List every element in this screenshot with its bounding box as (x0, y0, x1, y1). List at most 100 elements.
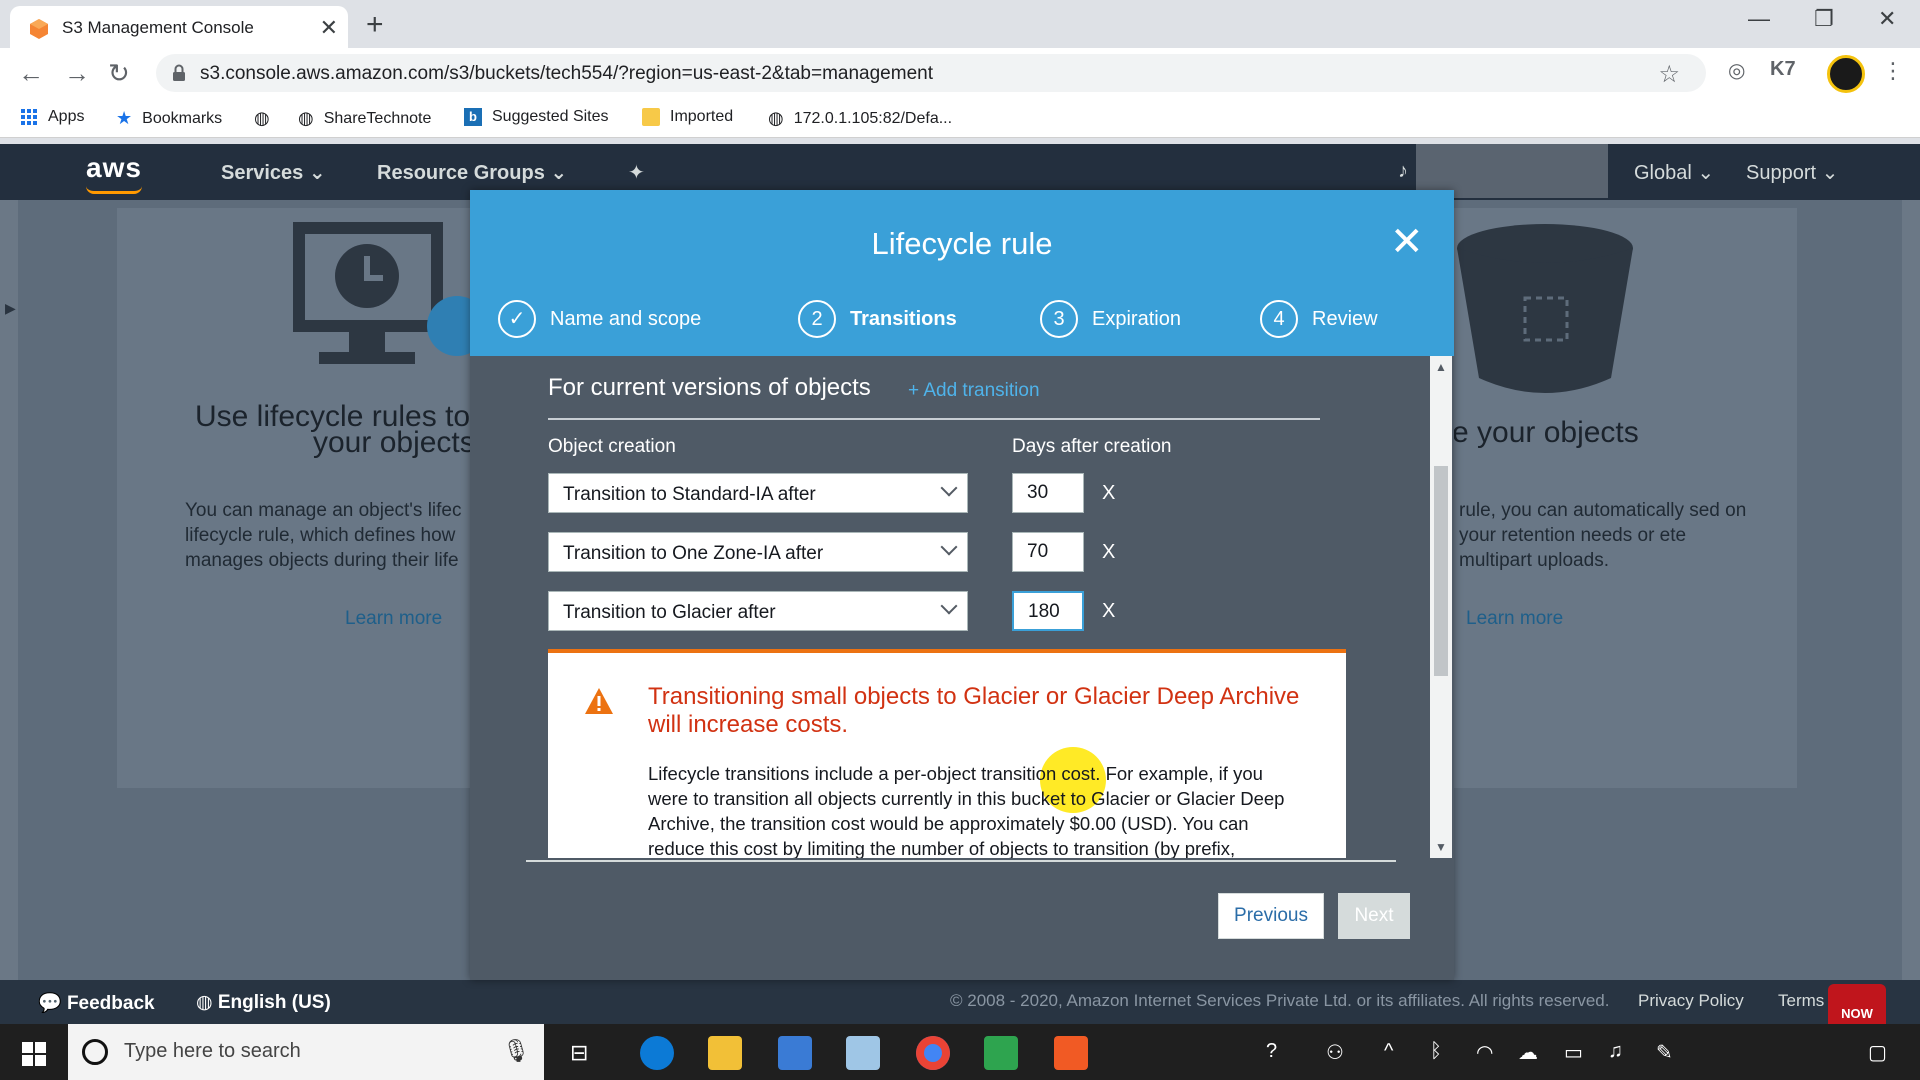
learn-more-link-right[interactable]: Learn more (1466, 608, 1563, 630)
bucket-icon (1457, 224, 1633, 393)
bookmark-imported[interactable]: Imported (642, 108, 733, 126)
windows-start-icon[interactable] (22, 1042, 46, 1066)
bookmark-sharetechnote[interactable]: ◍ ShareTechnote (298, 108, 431, 129)
terms-link[interactable]: Terms (1778, 991, 1824, 1011)
privacy-link[interactable]: Privacy Policy (1638, 991, 1744, 1011)
star-icon: ★ (116, 108, 133, 128)
recorder-icon[interactable] (1054, 1036, 1088, 1070)
aws-smile-icon (86, 186, 142, 194)
task-view-icon[interactable]: ⊟ (570, 1040, 588, 1066)
reload-icon[interactable]: ↻ (108, 58, 130, 89)
cost-warning-alert: Transitioning small objects to Glacier o… (548, 649, 1346, 858)
wifi-icon[interactable]: ◠ (1476, 1040, 1493, 1065)
bookmark-apps[interactable]: Apps (20, 108, 84, 126)
chevron-right-icon: ▶ (5, 300, 16, 316)
warning-triangle-icon (585, 688, 613, 714)
services-menu[interactable]: Services ⌄ (221, 160, 326, 185)
volume-icon[interactable]: ♫ (1608, 1040, 1623, 1063)
bg-heading-right: re your objects (1442, 416, 1639, 449)
scroll-up-icon[interactable]: ▲ (1435, 360, 1447, 374)
region-menu[interactable]: Global ⌄ (1634, 160, 1714, 185)
chrome-icon[interactable] (916, 1036, 950, 1070)
previous-button[interactable]: Previous (1218, 893, 1324, 939)
camtasia-icon[interactable] (984, 1036, 1018, 1070)
globe-icon: ◍ (298, 108, 314, 128)
bookmark-label: Apps (48, 108, 85, 125)
new-tab-button[interactable]: + (366, 8, 384, 42)
profile-avatar[interactable] (1827, 55, 1865, 93)
close-window-button[interactable]: ✕ (1878, 6, 1896, 32)
minimize-button[interactable]: — (1748, 6, 1770, 32)
aws-logo[interactable]: aws (86, 152, 142, 184)
battery-icon[interactable]: ▭ (1564, 1040, 1583, 1065)
browser-tab-strip: S3 Management Console ✕ + — ❐ ✕ (0, 0, 1920, 48)
notifications-icon[interactable]: ▢ (1868, 1040, 1887, 1065)
app-icon[interactable] (778, 1036, 812, 1070)
dialog-scrollbar[interactable]: ▲ ▼ (1430, 356, 1452, 858)
warning-body: Lifecycle transitions include a per-obje… (648, 763, 1285, 858)
bluetooth-icon[interactable]: ᛒ (1430, 1040, 1442, 1063)
next-button[interactable]: Next (1338, 893, 1410, 939)
bookmark-ip[interactable]: ◍ 172.0.1.105:82/Defa... (768, 108, 952, 129)
bookmarks-bar: Apps ★ Bookmarks ◍ ◍ ShareTechnote b Sug… (0, 98, 1920, 138)
scroll-thumb[interactable] (1434, 466, 1448, 676)
globe-icon: ◍ (768, 108, 784, 128)
globe-icon: ◍ (254, 108, 270, 128)
support-menu[interactable]: Support ⌄ (1746, 160, 1838, 185)
browser-toolbar: ← → ↻ s3.console.aws.amazon.com/s3/bucke… (0, 48, 1920, 98)
warning-clip: Transitioning small objects to Glacier o… (470, 190, 1454, 858)
browser-tab[interactable]: S3 Management Console ✕ (10, 6, 348, 48)
search-placeholder: Type here to search (124, 1040, 301, 1062)
warning-title: Transitioning small objects to Glacier o… (648, 683, 1300, 738)
chevron-up-icon[interactable]: ^ (1384, 1040, 1393, 1063)
tab-close-icon[interactable]: ✕ (320, 15, 338, 41)
s3-favicon-icon (30, 19, 48, 39)
notepad-icon[interactable] (846, 1036, 880, 1070)
bing-icon: b (464, 108, 482, 126)
bookmark-label: ShareTechnote (323, 109, 432, 127)
lifecycle-rule-dialog: Lifecycle rule ✕ ✓ Name and scope 2 Tran… (470, 190, 1454, 980)
menu-kebab-icon[interactable]: ⋮ (1882, 58, 1904, 84)
pin-icon[interactable]: ✦ (628, 160, 645, 185)
bookmark-globe[interactable]: ◍ (254, 108, 270, 129)
folder-icon (642, 108, 660, 126)
people-icon[interactable]: ⚇ (1326, 1040, 1344, 1065)
edge-icon[interactable] (640, 1036, 674, 1070)
bookmark-label: Imported (670, 108, 734, 125)
file-explorer-icon[interactable] (708, 1036, 742, 1070)
scroll-down-icon[interactable]: ▼ (1435, 840, 1447, 854)
bg-paragraph: You can manage an object's lifec lifecyc… (185, 500, 462, 571)
page-scrollbar[interactable] (1902, 200, 1920, 980)
restore-button[interactable]: ❐ (1814, 6, 1834, 32)
taskbar-search[interactable]: Type here to search 🎙 (68, 1024, 544, 1080)
bg-paragraph-right: rule, you can automatically sed on your … (1459, 500, 1747, 571)
back-icon[interactable]: ← (18, 58, 44, 89)
bell-icon[interactable]: ♪ (1398, 160, 1408, 183)
bookmark-bookmarks[interactable]: ★ Bookmarks (116, 108, 222, 129)
bg-heading-2: your objects (313, 426, 475, 459)
bookmark-label: 172.0.1.105:82/Defa... (793, 109, 953, 127)
feedback-link[interactable]: 💬 Feedback (38, 991, 155, 1015)
copyright-text: © 2008 - 2020, Amazon Internet Services … (950, 991, 1610, 1010)
pen-icon[interactable]: ✎ (1656, 1040, 1673, 1065)
bookmark-label: Suggested Sites (492, 108, 609, 125)
extension-icon[interactable]: ◎ (1728, 58, 1745, 83)
url-text: s3.console.aws.amazon.com/s3/buckets/tec… (200, 63, 933, 84)
apps-grid-icon (21, 109, 37, 125)
address-bar[interactable]: s3.console.aws.amazon.com/s3/buckets/tec… (156, 54, 1706, 92)
side-panel-toggle[interactable]: ▶ (0, 200, 18, 980)
windows-taskbar: Type here to search 🎙 ⊟ ? ⚇ ^ ᛒ ◠ ☁ ▭ ♫ … (0, 1024, 1920, 1080)
resource-groups-menu[interactable]: Resource Groups ⌄ (377, 160, 567, 185)
console-footer: 💬 Feedback ◍ English (US) © 2008 - 2020,… (0, 980, 1920, 1024)
bookmark-label: Bookmarks (142, 109, 223, 127)
microphone-icon[interactable]: 🎙 (502, 1038, 530, 1064)
onedrive-icon[interactable]: ☁ (1518, 1040, 1538, 1065)
bookmark-suggested-sites[interactable]: b Suggested Sites (464, 108, 609, 126)
learn-more-link[interactable]: Learn more (345, 608, 442, 630)
forward-icon[interactable]: → (64, 58, 90, 89)
bookmark-star-icon[interactable]: ☆ (1658, 60, 1680, 89)
language-selector[interactable]: ◍ English (US) (196, 991, 331, 1014)
k7-extension-icon[interactable]: K7 (1770, 58, 1796, 81)
help-icon[interactable]: ? (1266, 1040, 1277, 1063)
tab-title: S3 Management Console (62, 18, 254, 37)
